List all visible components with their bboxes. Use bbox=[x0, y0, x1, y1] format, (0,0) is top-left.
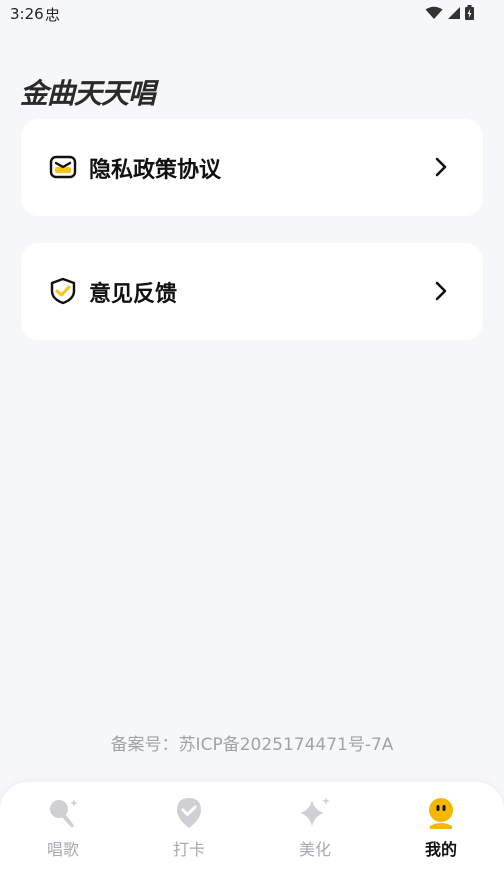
profile-icon bbox=[429, 798, 453, 829]
signal-icon bbox=[448, 6, 460, 19]
status-time: 3:26 bbox=[10, 5, 44, 23]
location-check-icon bbox=[177, 798, 201, 828]
privacy-policy-item[interactable]: 隐私政策协议 bbox=[21, 119, 483, 216]
shield-check-icon bbox=[50, 277, 76, 305]
chevron-right-icon bbox=[435, 281, 447, 301]
page: 3:26 忠 金曲天天唱 隐私政策协议 意见反馈 备案号：苏ICP备202517… bbox=[0, 0, 504, 896]
status-right bbox=[425, 5, 474, 20]
envelope-icon bbox=[49, 155, 77, 179]
status-bar: 3:26 忠 bbox=[0, 0, 504, 28]
chevron-right-icon bbox=[435, 157, 447, 177]
nav-tab-sing[interactable]: 唱歌 bbox=[23, 796, 103, 866]
nav-tab-beautify[interactable]: 美化 bbox=[275, 796, 355, 866]
nav-label-beautify: 美化 bbox=[298, 840, 331, 859]
nav-label-sing: 唱歌 bbox=[46, 840, 79, 859]
battery-icon bbox=[465, 5, 474, 20]
microphone-icon bbox=[50, 799, 78, 828]
app-title: 金曲天天唱 bbox=[20, 77, 156, 110]
nav-tab-mine[interactable]: 我的 bbox=[401, 796, 481, 866]
nav-tab-checkin[interactable]: 打卡 bbox=[149, 796, 229, 866]
bottom-nav: 唱歌 打卡 美化 我的 bbox=[0, 782, 504, 896]
nav-label-checkin: 打卡 bbox=[172, 840, 205, 859]
wifi-icon bbox=[425, 6, 443, 19]
feedback-item[interactable]: 意见反馈 bbox=[21, 243, 483, 340]
privacy-policy-label: 隐私政策协议 bbox=[89, 158, 222, 183]
icp-record: 备案号：苏ICP备2025174471号-7A bbox=[110, 735, 394, 755]
feedback-label: 意见反馈 bbox=[89, 282, 178, 307]
status-debug-icon: 忠 bbox=[45, 6, 61, 24]
sparkle-icon bbox=[300, 797, 330, 827]
nav-label-mine: 我的 bbox=[424, 840, 457, 859]
